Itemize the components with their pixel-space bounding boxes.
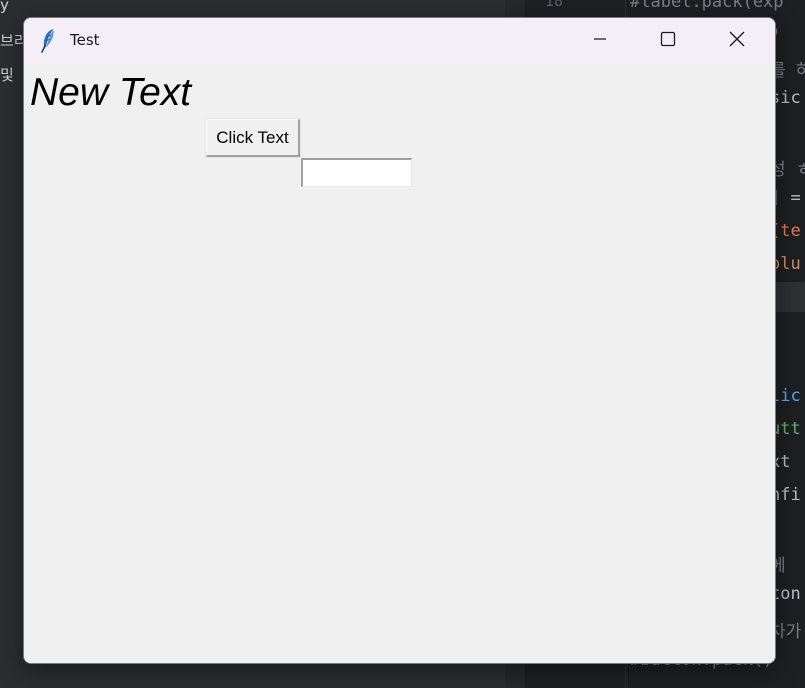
background-line-highlight	[775, 282, 805, 312]
close-icon	[728, 30, 746, 53]
background-panel-line: y	[0, 0, 9, 14]
background-code-line: #label.pack(exp	[630, 0, 784, 12]
feather-icon	[38, 27, 60, 53]
background-line-number: 18	[545, 0, 564, 10]
window-title: Test	[70, 31, 100, 49]
text-label: New Text	[30, 71, 192, 114]
background-panel-line: 및	[0, 66, 14, 84]
close-button[interactable]	[704, 18, 770, 64]
click-text-button[interactable]: Click Text	[205, 118, 301, 158]
maximize-icon	[660, 31, 676, 52]
minimize-icon	[592, 31, 608, 52]
window-titlebar[interactable]: Test	[24, 18, 775, 64]
maximize-button[interactable]	[635, 18, 701, 64]
text-entry[interactable]	[301, 158, 412, 187]
minimize-button[interactable]	[567, 18, 633, 64]
tk-window: Test New Text Click Text	[23, 17, 776, 664]
window-client-area: New Text Click Text	[24, 64, 775, 663]
